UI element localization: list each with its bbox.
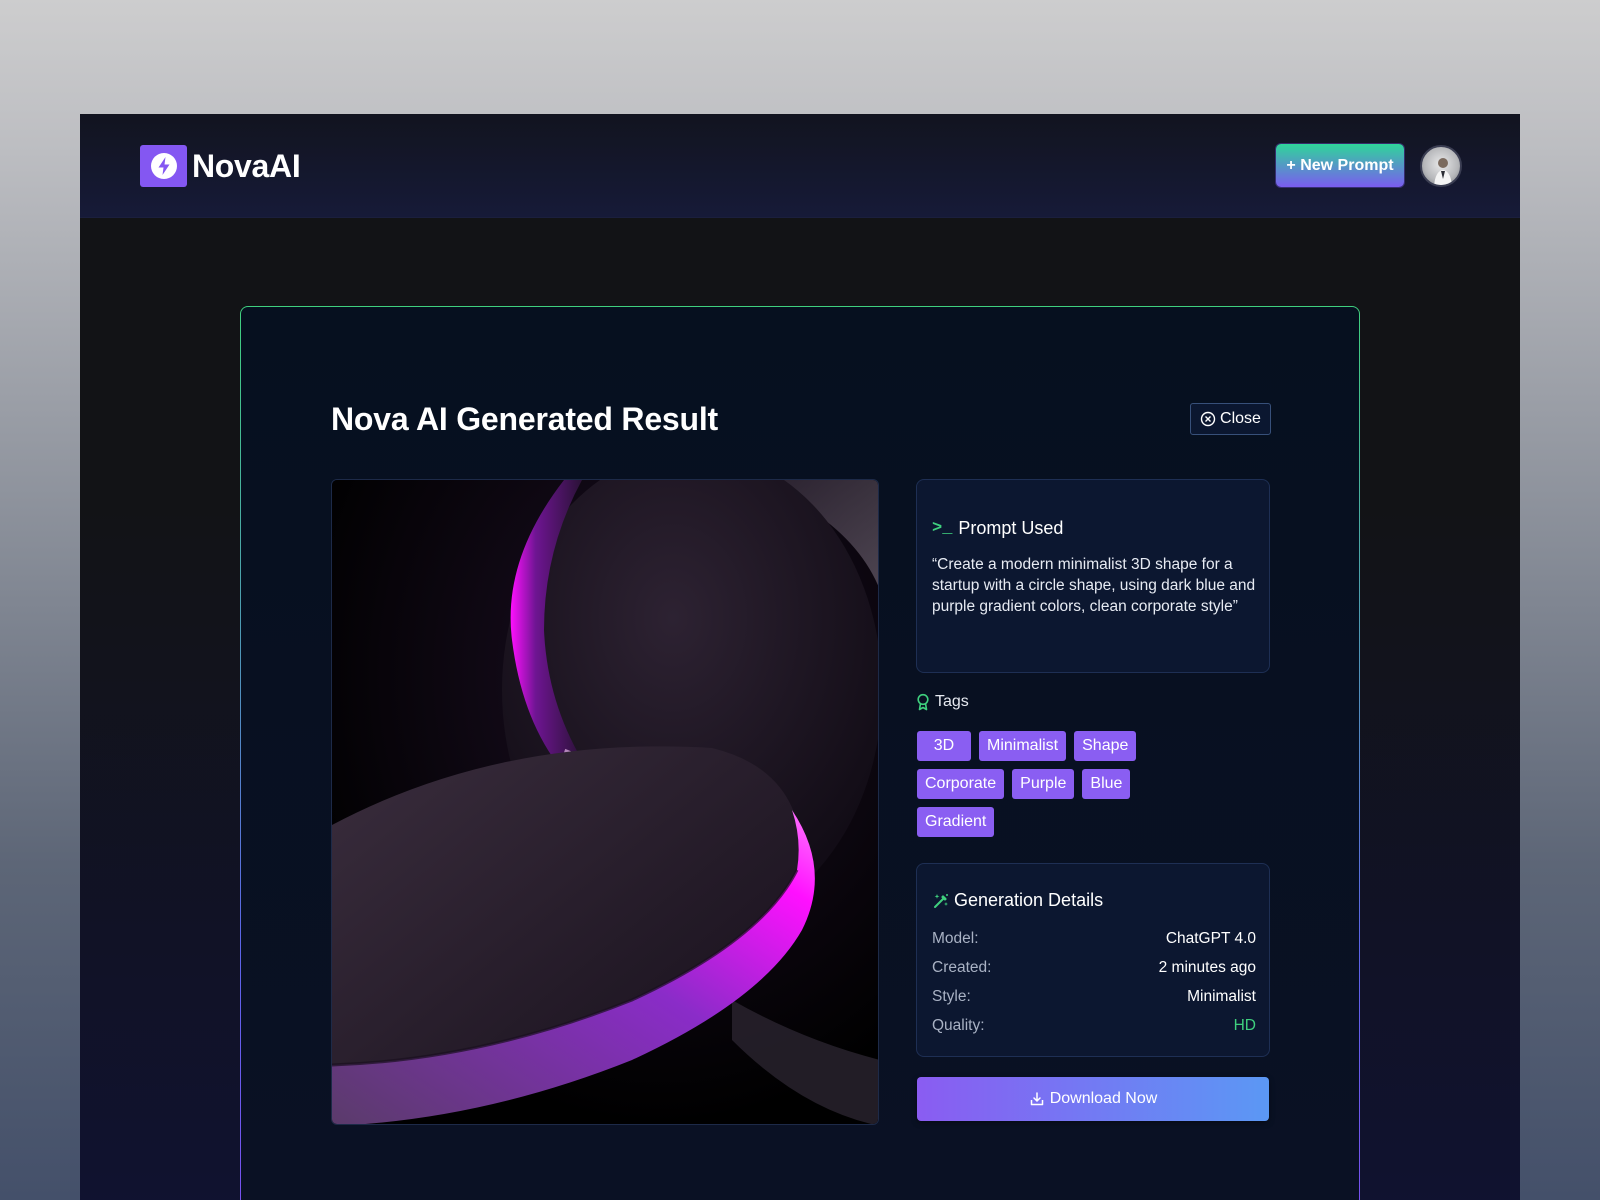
detail-value: Minimalist xyxy=(1187,987,1256,1005)
detail-value: 2 minutes ago xyxy=(1158,958,1256,976)
tag-chip[interactable]: Corporate xyxy=(917,769,1005,799)
download-button[interactable]: Download Now xyxy=(917,1077,1269,1121)
details-list: Model: ChatGPT 4.0 Created: 2 minutes ag… xyxy=(932,924,1256,1040)
detail-row-style: Style: Minimalist xyxy=(932,982,1256,1011)
detail-row-created: Created: 2 minutes ago xyxy=(932,953,1256,982)
tag-chip[interactable]: Gradient xyxy=(917,807,995,837)
brand-logo[interactable]: NovaAI xyxy=(140,145,301,187)
detail-label: Quality: xyxy=(932,1016,985,1034)
brand-name: NovaAI xyxy=(192,147,301,184)
new-prompt-button[interactable]: + New Prompt xyxy=(1276,144,1404,187)
download-icon xyxy=(1030,1092,1043,1106)
top-navbar: NovaAI + New Prompt xyxy=(80,114,1520,218)
prompt-used-heading: >_ Prompt Used xyxy=(932,518,1063,539)
tags-heading: Tags xyxy=(916,693,969,711)
close-label: Close xyxy=(1220,410,1261,427)
tag-chip[interactable]: Minimalist xyxy=(979,731,1067,761)
detail-label: Style: xyxy=(932,987,971,1005)
generation-details-label: Generation Details xyxy=(954,890,1104,910)
bolt-icon xyxy=(140,145,187,187)
detail-label: Model: xyxy=(932,929,979,947)
prompt-text: “Create a modern minimalist 3D shape for… xyxy=(932,556,1256,615)
user-avatar[interactable] xyxy=(1420,145,1462,187)
terminal-icon: >_ xyxy=(932,519,953,538)
result-title: Nova AI Generated Result xyxy=(331,401,719,437)
download-label: Download Now xyxy=(1049,1090,1158,1107)
tag-chip[interactable]: Purple xyxy=(1012,769,1075,799)
generation-details-panel: Generation Details Model: ChatGPT 4.0 Cr… xyxy=(916,863,1270,1057)
close-circle-icon xyxy=(1200,411,1216,427)
tag-chip[interactable]: Shape xyxy=(1074,731,1137,761)
prompt-used-label: Prompt Used xyxy=(958,518,1064,538)
prompt-used-panel: >_ Prompt Used “Create a modern minimali… xyxy=(916,479,1270,673)
detail-row-model: Model: ChatGPT 4.0 xyxy=(932,924,1256,953)
app-window: NovaAI + New Prompt Nova AI Generated Re… xyxy=(80,114,1520,1200)
generated-image[interactable] xyxy=(331,479,879,1125)
magic-wand-icon xyxy=(934,893,948,908)
tag-list: 3D Minimalist Shape Corporate Purple Blu… xyxy=(917,731,1157,837)
tag-badge-icon xyxy=(917,693,929,711)
detail-row-quality: Quality: HD xyxy=(932,1011,1256,1040)
result-card: Nova AI Generated Result Close >_ Prompt… xyxy=(240,306,1360,1200)
close-button[interactable]: Close xyxy=(1190,403,1271,435)
tag-chip[interactable]: 3D xyxy=(917,731,971,761)
detail-label: Created: xyxy=(932,958,992,976)
quality-badge: HD xyxy=(1233,1016,1256,1034)
detail-value: ChatGPT 4.0 xyxy=(1165,929,1256,947)
tag-chip[interactable]: Blue xyxy=(1082,769,1131,799)
generation-details-heading: Generation Details xyxy=(932,890,1103,911)
tags-label: Tags xyxy=(935,693,969,710)
